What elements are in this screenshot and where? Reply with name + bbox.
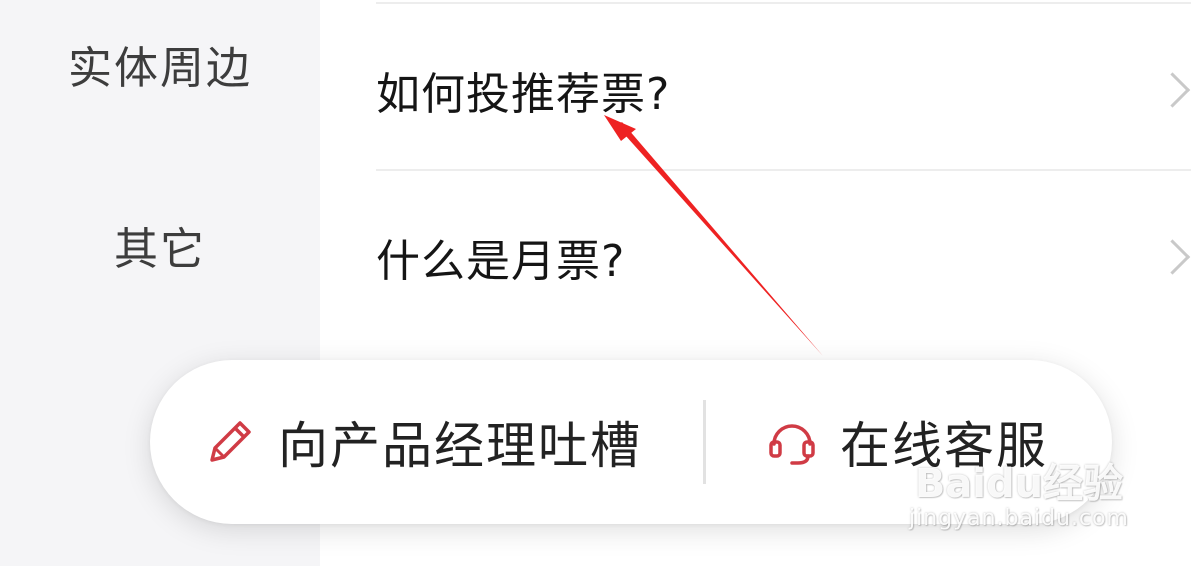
sidebar-item-label: 实体周边 — [68, 43, 252, 94]
faq-question: 什么是月票? — [376, 236, 626, 287]
watermark-url: jingyan.baidu.com — [908, 506, 1129, 531]
app-screen: 实体周边 其它 如何投推荐票? 什么是月票? 向产品经理吐槽 在线客服 Baid… — [0, 0, 1191, 566]
chevron-right-icon — [1154, 239, 1191, 275]
headset-icon — [769, 424, 815, 465]
faq-item-monthly-ticket[interactable]: 什么是月票? — [376, 202, 1191, 312]
watermark-brand: Baidu经验 — [914, 461, 1124, 507]
pencil-icon — [210, 421, 251, 462]
feedback-label: 向产品经理吐槽 — [278, 417, 642, 475]
sidebar-item-other[interactable]: 其它 — [0, 205, 320, 285]
sidebar-item-merchandise[interactable]: 实体周边 — [0, 24, 320, 104]
feedback-button[interactable]: 向产品经理吐槽 — [202, 360, 642, 524]
list-divider — [376, 169, 1191, 171]
action-bar-divider — [703, 400, 706, 484]
list-divider — [376, 2, 1191, 4]
faq-question: 如何投推荐票? — [376, 69, 671, 120]
chevron-right-icon — [1154, 72, 1191, 108]
baidu-jingyan-watermark: Baidu经验 jingyan.baidu.com — [909, 462, 1129, 532]
faq-item-recommend-ticket[interactable]: 如何投推荐票? — [376, 35, 1191, 145]
sidebar-item-label: 其它 — [114, 224, 206, 275]
